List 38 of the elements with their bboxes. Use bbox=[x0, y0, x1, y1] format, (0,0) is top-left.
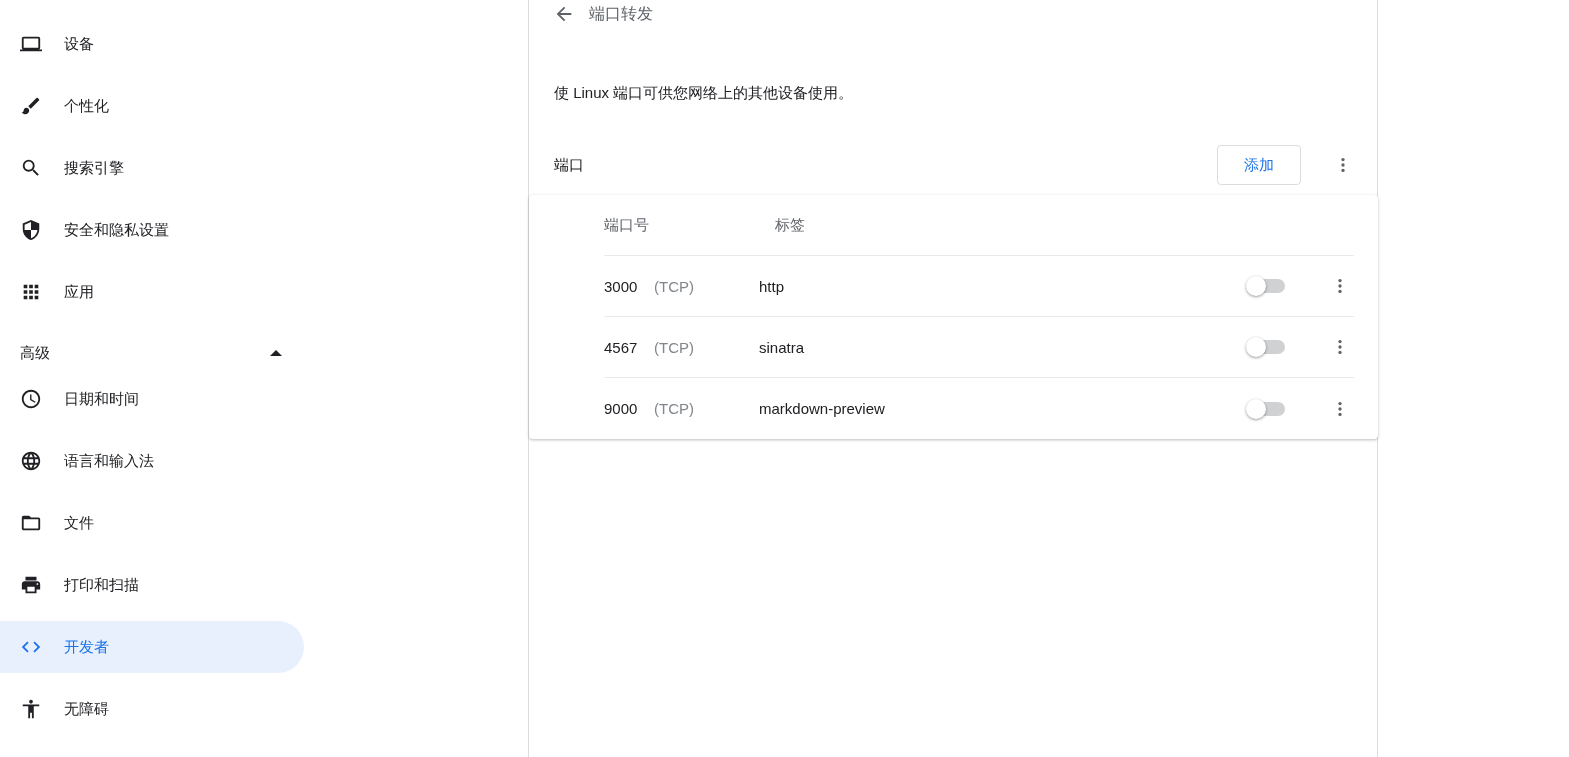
sidebar-item[interactable]: 个性化 bbox=[0, 80, 304, 132]
section-label: 端口 bbox=[554, 155, 585, 175]
sidebar-item[interactable]: 开发者 bbox=[0, 621, 304, 673]
sidebar-item[interactable]: 无障碍 bbox=[0, 683, 304, 735]
sidebar-item[interactable]: 文件 bbox=[0, 497, 304, 549]
column-header: 端口号 bbox=[604, 215, 650, 235]
toggle-switch[interactable] bbox=[1246, 276, 1286, 296]
sidebar-item[interactable]: 搜索引擎 bbox=[0, 142, 304, 194]
description: 使 Linux 端口可供您网络上的其他设备使用。 bbox=[554, 84, 855, 103]
shield-icon bbox=[20, 219, 42, 241]
port-label: markdown-preview bbox=[759, 400, 886, 417]
column-header: 标签 bbox=[775, 215, 805, 235]
sidebar-item[interactable]: 打印和扫描 bbox=[0, 559, 304, 611]
sidebar-item[interactable]: 设备 bbox=[0, 18, 304, 70]
printer-icon bbox=[20, 574, 42, 596]
port-number: 9000 bbox=[604, 400, 639, 417]
globe-icon bbox=[20, 450, 42, 472]
brush-icon bbox=[20, 95, 42, 117]
protocol-label: (TCP) bbox=[654, 338, 695, 356]
port-label: sinatra bbox=[759, 338, 806, 356]
section-header: 高级 bbox=[20, 344, 50, 363]
caret-icon[interactable] bbox=[270, 349, 282, 357]
protocol-label: (TCP) bbox=[654, 400, 695, 417]
sidebar-item[interactable]: 应用 bbox=[0, 266, 304, 318]
port-number: 3000 bbox=[604, 277, 639, 295]
add-button[interactable]: 添加 bbox=[1217, 145, 1301, 185]
port-number: 4567 bbox=[604, 338, 639, 356]
toggle-switch[interactable] bbox=[1246, 398, 1286, 419]
search-icon bbox=[20, 157, 42, 179]
sidebar-item[interactable]: 安全和隐私设置 bbox=[0, 204, 304, 256]
protocol-label: (TCP) bbox=[654, 277, 695, 295]
clock-icon bbox=[20, 388, 42, 410]
sidebar-item[interactable]: 语言和输入法 bbox=[0, 435, 304, 487]
page-title: 端口转发 bbox=[589, 3, 653, 24]
port-label: http bbox=[759, 277, 786, 295]
toggle-switch[interactable] bbox=[1246, 337, 1286, 357]
accessibility-icon bbox=[20, 698, 42, 720]
sidebar-item[interactable]: 日期和时间 bbox=[0, 373, 304, 425]
